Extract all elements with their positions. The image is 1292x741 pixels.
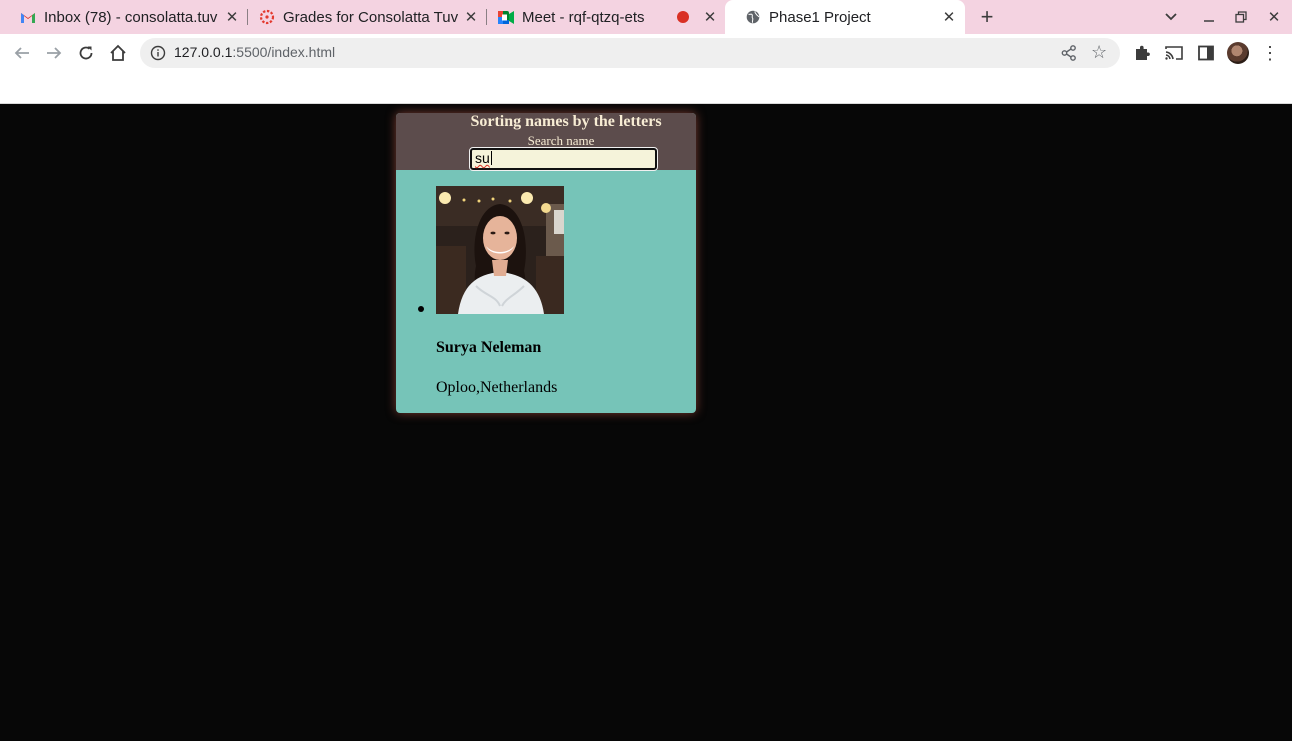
search-label: Search name xyxy=(527,133,595,148)
cast-icon[interactable] xyxy=(1164,43,1184,63)
minimize-icon[interactable] xyxy=(1198,6,1220,28)
url-host: 127.0.0.1 xyxy=(174,44,233,60)
meet-icon xyxy=(498,9,514,25)
tab-grades[interactable]: Grades for Consolatta Tuv ✕ xyxy=(239,0,487,34)
person-location: Oploo,Netherlands xyxy=(436,379,558,396)
url-path: :5500/index.html xyxy=(232,44,336,60)
globe-icon xyxy=(745,9,761,25)
extensions-icon[interactable] xyxy=(1132,43,1152,63)
recording-icon xyxy=(678,12,688,22)
text-caret xyxy=(490,151,492,165)
url-text[interactable]: 127.0.0.1:5500/index.html xyxy=(174,44,335,60)
gmail-icon xyxy=(20,9,36,25)
reload-icon[interactable] xyxy=(74,41,98,65)
person-name: Surya Neleman xyxy=(436,339,542,356)
window-close-icon[interactable]: ✕ xyxy=(1263,6,1285,28)
tab-title: Inbox (78) - consolatta.tuv xyxy=(44,8,218,26)
search-input-value: su xyxy=(475,150,490,166)
browser-toolbar: 127.0.0.1:5500/index.html ☆ xyxy=(0,34,1292,72)
tab-title: Phase1 Project xyxy=(769,8,871,26)
tab-meet[interactable]: Meet - rqf-qtzq-ets ✕ xyxy=(478,0,726,34)
new-tab-icon[interactable]: + xyxy=(976,4,998,29)
tab-gmail[interactable]: Inbox (78) - consolatta.tuv ✕ xyxy=(0,0,248,34)
forward-icon[interactable] xyxy=(42,41,66,65)
info-icon[interactable] xyxy=(150,45,166,61)
tab-title: Meet - rqf-qtzq-ets xyxy=(522,8,645,26)
person-photo xyxy=(436,186,564,314)
search-card: Sorting names by the letters Search name… xyxy=(396,113,696,413)
search-input[interactable]: su xyxy=(469,147,658,171)
address-bar[interactable]: 127.0.0.1:5500/index.html ☆ xyxy=(140,38,1120,68)
page-title: Sorting names by the letters xyxy=(470,113,662,130)
card-header: Sorting names by the letters Search name… xyxy=(396,113,696,171)
home-icon[interactable] xyxy=(106,41,130,65)
side-panel-icon[interactable] xyxy=(1196,43,1216,63)
tab-title: Grades for Consolatta Tuv xyxy=(283,8,459,26)
bookmark-bar xyxy=(0,72,1292,104)
list-bullet xyxy=(418,306,424,312)
tab-phase1-project[interactable]: Phase1 Project ✕ xyxy=(725,0,965,34)
canvas-icon xyxy=(259,9,275,25)
bookmark-star-icon[interactable]: ☆ xyxy=(1091,42,1107,63)
back-icon[interactable] xyxy=(10,41,34,65)
profile-avatar[interactable] xyxy=(1227,42,1249,64)
close-icon[interactable]: ✕ xyxy=(939,7,959,27)
page-viewport: Sorting names by the letters Search name… xyxy=(0,105,1292,741)
chevron-down-icon[interactable] xyxy=(1160,6,1182,28)
close-icon[interactable]: ✕ xyxy=(700,7,720,27)
more-menu-icon[interactable]: ⋮ xyxy=(1261,42,1279,64)
restore-icon[interactable] xyxy=(1230,6,1252,28)
share-icon[interactable] xyxy=(1060,44,1078,62)
tab-strip: Inbox (78) - consolatta.tuv ✕ Grades for… xyxy=(0,0,1292,34)
